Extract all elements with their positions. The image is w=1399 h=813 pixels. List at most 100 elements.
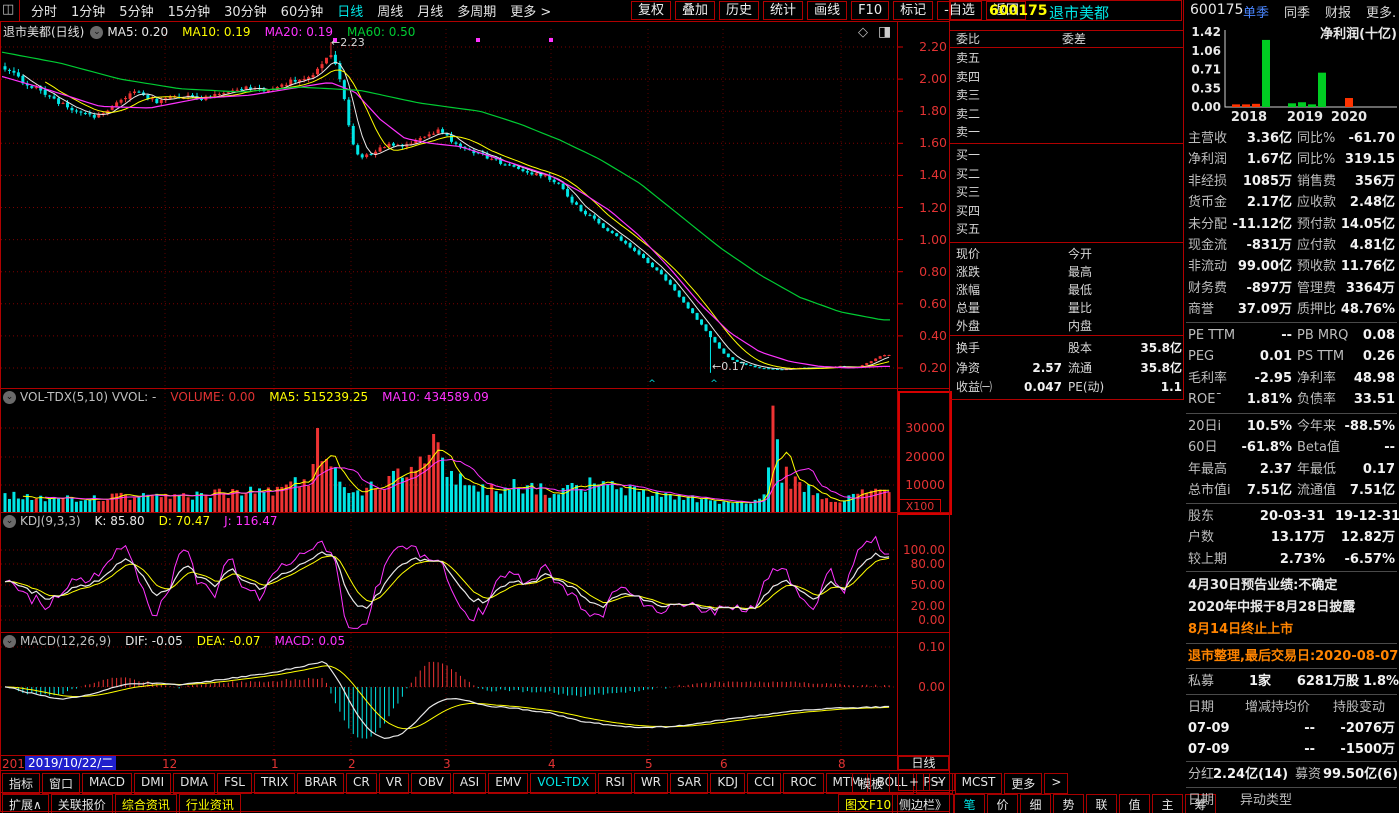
month-tick-label: 12 bbox=[162, 757, 177, 771]
info-row: 07-09---2076万 bbox=[1185, 719, 1397, 739]
period-tab-月线[interactable]: 月线 bbox=[410, 1, 450, 20]
info-value: 33.51 bbox=[1335, 390, 1395, 410]
indicator-tab-CCI[interactable]: CCI bbox=[747, 773, 781, 794]
month-tick-label: 4 bbox=[548, 757, 556, 771]
divider-line bbox=[950, 242, 1183, 243]
indicator-tab->[interactable]: > bbox=[1044, 773, 1068, 794]
period-tab-日线[interactable]: 日线 bbox=[330, 1, 370, 20]
divider-line bbox=[949, 0, 950, 813]
info-tab-单季[interactable]: 单季 bbox=[1243, 2, 1269, 21]
selected-date[interactable]: 2019/10/22/二 bbox=[25, 756, 116, 770]
svg-text:2020: 2020 bbox=[1331, 110, 1367, 125]
info-label: 主营收 bbox=[1188, 129, 1227, 149]
info-value: 0.08 bbox=[1335, 326, 1395, 346]
period-tab-15分钟[interactable]: 15分钟 bbox=[161, 1, 218, 20]
indicator-tab-KDJ[interactable]: KDJ bbox=[710, 773, 745, 794]
mode-button-主[interactable]: 主 bbox=[1152, 794, 1183, 813]
period-tab-5分钟[interactable]: 5分钟 bbox=[112, 1, 160, 20]
separator bbox=[1186, 503, 1397, 504]
price-axis-tick: 0.20 bbox=[903, 360, 947, 375]
toolbar-button-标记[interactable]: 标记 bbox=[893, 1, 933, 20]
window-layout-icon[interactable]: ◫ bbox=[2, 2, 17, 18]
collapse-icon[interactable]: ⌄ bbox=[90, 26, 103, 39]
mode-button-值[interactable]: 值 bbox=[1119, 794, 1150, 813]
indicator-label: K: 85.80 bbox=[95, 514, 145, 528]
info-value: 2.73% bbox=[1245, 550, 1325, 570]
indicator-tab-RSI[interactable]: RSI bbox=[598, 773, 632, 794]
collapse-icon[interactable]: ⌄ bbox=[3, 635, 16, 648]
mode-button-细[interactable]: 细 bbox=[1020, 794, 1051, 813]
info-value: -6.57% bbox=[1335, 550, 1395, 570]
stat-label: 换手 bbox=[956, 339, 980, 358]
zoom-out-button[interactable]: − bbox=[923, 773, 955, 791]
kdj-axis-tick: 50.00 bbox=[899, 578, 945, 592]
separator bbox=[1186, 668, 1397, 669]
mode-button-势[interactable]: 势 bbox=[1053, 794, 1084, 813]
info-tab-更多.[interactable]: 更多. bbox=[1366, 2, 1396, 21]
indicator-tab-VOL-TDX[interactable]: VOL-TDX bbox=[530, 773, 596, 794]
divider-line bbox=[950, 47, 1183, 48]
active-pane-indicator bbox=[898, 391, 952, 515]
info-tab-财报[interactable]: 财报 bbox=[1325, 2, 1351, 21]
mode-button-价[interactable]: 价 bbox=[987, 794, 1018, 813]
period-label-box: 日线 bbox=[898, 756, 949, 770]
info-value: 0.01 bbox=[1230, 347, 1292, 367]
indicator-tab-窗口[interactable]: 窗口 bbox=[42, 773, 80, 794]
buy-level-label: 买三 bbox=[956, 183, 980, 202]
indicator-tab-SAR[interactable]: SAR bbox=[670, 773, 708, 794]
indicator-tab-CR[interactable]: CR bbox=[346, 773, 377, 794]
kdj-axis-tick: 0.00 bbox=[899, 613, 945, 627]
buy-level-label: 买五 bbox=[956, 220, 980, 239]
toolbar-button-叠加[interactable]: 叠加 bbox=[675, 1, 715, 20]
indicator-tab-ROC[interactable]: ROC bbox=[783, 773, 823, 794]
indicator-tab-EMV[interactable]: EMV bbox=[488, 773, 528, 794]
template-button[interactable]: 模板 bbox=[852, 773, 890, 794]
indicator-tab-更多[interactable]: 更多 bbox=[1004, 773, 1042, 794]
info-row: 未分配-11.12亿预付款14.05亿 bbox=[1185, 215, 1397, 235]
indicator-tab-FSL[interactable]: FSL bbox=[217, 773, 252, 794]
mode-button-联[interactable]: 联 bbox=[1086, 794, 1117, 813]
quote-row: 买五 bbox=[950, 220, 1183, 239]
info-tab-同季[interactable]: 同季 bbox=[1284, 2, 1310, 21]
indicator-tab-DMI[interactable]: DMI bbox=[134, 773, 171, 794]
stat-label: 涨跌 bbox=[956, 263, 980, 282]
toolbar-button-历史[interactable]: 历史 bbox=[719, 1, 759, 20]
collapse-icon[interactable]: ⌄ bbox=[3, 391, 16, 404]
info-row: PE TTM--PB MRQ0.08 bbox=[1185, 326, 1397, 346]
period-tab-更多 >[interactable]: 更多 > bbox=[503, 1, 558, 20]
period-tab-周线[interactable]: 周线 bbox=[370, 1, 410, 20]
indicator-tab-指标[interactable]: 指标 bbox=[2, 773, 40, 794]
period-tab-60分钟[interactable]: 60分钟 bbox=[274, 1, 331, 20]
panel-toggle-icon[interactable]: ◨ bbox=[878, 25, 891, 40]
toolbar-button-统计[interactable]: 统计 bbox=[763, 1, 803, 20]
mode-button-笔[interactable]: 笔 bbox=[954, 794, 985, 813]
info-label: 质押比 bbox=[1297, 300, 1336, 320]
indicator-tab-BRAR[interactable]: BRAR bbox=[297, 773, 344, 794]
indicator-tab-DMA[interactable]: DMA bbox=[173, 773, 215, 794]
stat-label: 外盘 bbox=[956, 317, 980, 336]
toolbar-button-画线[interactable]: 画线 bbox=[807, 1, 847, 20]
quote-row: 外盘内盘 bbox=[950, 317, 1183, 336]
period-tab-分时[interactable]: 分时 bbox=[24, 1, 64, 20]
indicator-tab-MACD[interactable]: MACD bbox=[82, 773, 132, 794]
toolbar-button-复权[interactable]: 复权 bbox=[631, 1, 671, 20]
info-value: -897万 bbox=[1230, 279, 1292, 299]
info-label: 较上期 bbox=[1188, 550, 1227, 570]
collapse-icon[interactable]: ⌄ bbox=[3, 515, 16, 528]
indicator-tab-MCST[interactable]: MCST bbox=[955, 773, 1003, 794]
indicator-tab-TRIX[interactable]: TRIX bbox=[254, 773, 295, 794]
info-label: 私募 bbox=[1188, 672, 1214, 692]
indicator-tab-OBV[interactable]: OBV bbox=[411, 773, 451, 794]
charts-canvas[interactable]: ^^ bbox=[0, 0, 950, 813]
diamond-icon[interactable]: ◇ bbox=[858, 25, 868, 40]
info-value: 48.98 bbox=[1335, 369, 1395, 389]
info-value: -61.70 bbox=[1335, 129, 1395, 149]
period-tab-多周期[interactable]: 多周期 bbox=[450, 1, 503, 20]
period-tab-30分钟[interactable]: 30分钟 bbox=[217, 1, 274, 20]
toolbar-button-F10[interactable]: F10 bbox=[851, 1, 889, 20]
period-tab-1分钟[interactable]: 1分钟 bbox=[64, 1, 112, 20]
indicator-tab-VR[interactable]: VR bbox=[379, 773, 410, 794]
indicator-tab-WR[interactable]: WR bbox=[634, 773, 668, 794]
quote-row: 净资2.57流通35.8亿 bbox=[950, 359, 1183, 378]
indicator-tab-ASI[interactable]: ASI bbox=[453, 773, 486, 794]
